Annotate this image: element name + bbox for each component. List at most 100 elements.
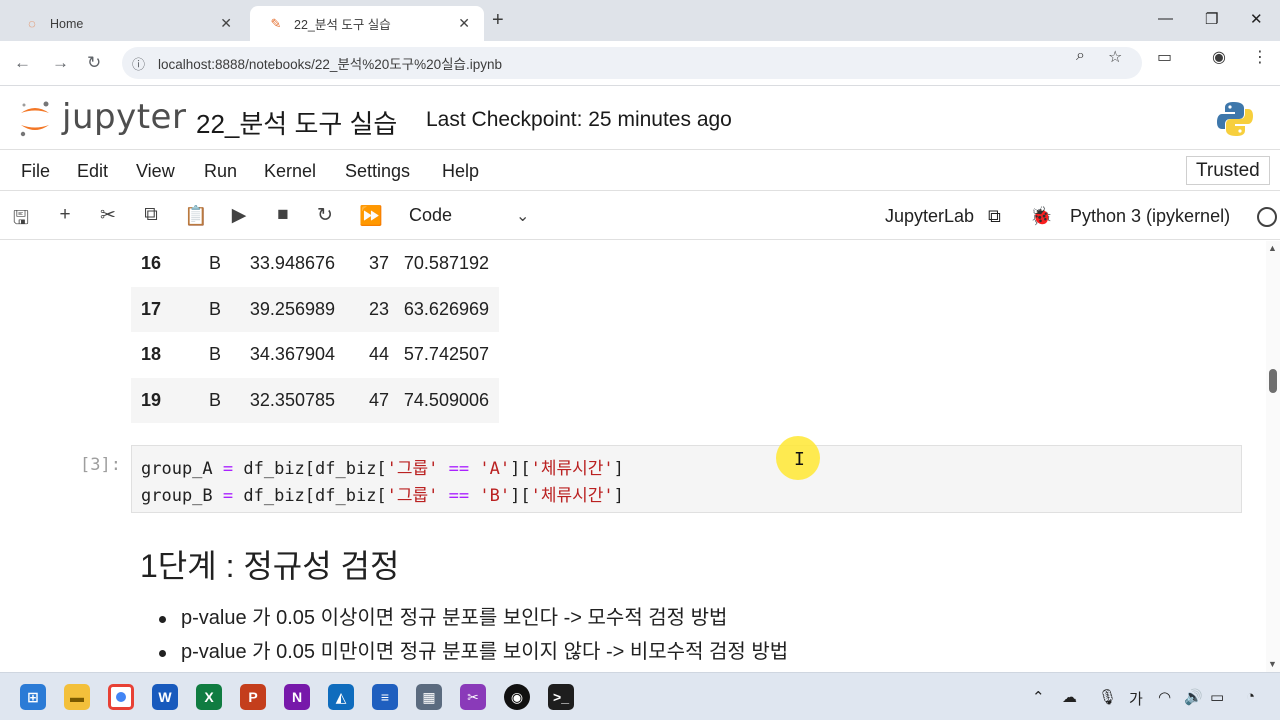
tab-home[interactable]: ◌ Home ✕ <box>6 6 246 41</box>
cell-value: 74.509006 <box>403 389 489 410</box>
menu-kernel[interactable]: Kernel <box>264 161 316 182</box>
menu-settings[interactable]: Settings <box>345 161 410 182</box>
cell-value: 47 <box>368 389 389 410</box>
browser-tab-bar: ◌ Home ✕ ✎ 22_분석 도구 실습 ✕ + — ❐ ✕ <box>0 0 1280 41</box>
markdown-bullet-list: p-value 가 0.05 이상이면 정규 분포를 보인다 -> 모수적 검정… <box>158 603 788 671</box>
checkpoint-status: Last Checkpoint: 25 minutes ago <box>426 108 732 131</box>
close-icon[interactable]: ✕ <box>458 15 470 32</box>
more-menu-icon[interactable]: ⋮ <box>1252 47 1268 67</box>
scroll-up-icon[interactable]: ▲ <box>1268 243 1277 253</box>
code-token: ][ <box>510 459 531 479</box>
code-token: == <box>438 459 480 479</box>
window-close-icon[interactable]: ✕ <box>1250 10 1263 28</box>
vertical-scrollbar[interactable]: ▲ ▼ <box>1266 241 1280 672</box>
jupyter-header: jupyter 22_분석 도구 실습 Last Checkpoint: 25 … <box>0 87 1280 150</box>
word-icon[interactable]: W <box>152 684 178 710</box>
bookmark-star-icon[interactable]: ☆ <box>1108 47 1122 67</box>
paste-icon[interactable]: 📋 <box>184 204 208 228</box>
wifi-icon[interactable]: ◠ <box>1158 688 1171 706</box>
restore-icon[interactable]: ❐ <box>1205 10 1218 28</box>
calculator-icon[interactable]: ▦ <box>416 684 442 710</box>
cast-icon[interactable]: ▭ <box>1157 47 1172 67</box>
code-cell-editor[interactable]: group_A = df_biz[df_biz['그룹' == 'A']['체류… <box>131 445 1242 513</box>
stop-icon[interactable]: ■ <box>272 204 294 226</box>
battery-icon[interactable]: ▭ <box>1210 688 1224 706</box>
menu-edit[interactable]: Edit <box>77 161 108 182</box>
forward-icon[interactable]: → <box>52 53 69 73</box>
insert-cell-icon[interactable]: + <box>54 204 76 226</box>
debugger-bug-icon[interactable]: 🐞 <box>1030 206 1052 227</box>
microphone-icon[interactable]: 🎙 <box>1098 688 1117 706</box>
table-row: 18 B 34.367904 44 57.742507 <box>131 332 499 378</box>
code-token: '그룹' <box>386 459 439 479</box>
cell-type-select[interactable]: Code <box>409 205 452 226</box>
reload-icon[interactable]: ↻ <box>87 53 101 73</box>
save-icon[interactable]: 🖫 <box>10 204 32 236</box>
fast-forward-icon[interactable]: ⏩ <box>359 204 383 228</box>
code-token: '체류시간' <box>530 459 614 479</box>
windows-start-icon[interactable]: ⊞ <box>20 684 46 710</box>
tray-overflow-icon[interactable]: ⌃ <box>1032 688 1045 706</box>
code-token: group_A <box>141 459 213 479</box>
restart-icon[interactable]: ↻ <box>314 204 336 227</box>
ime-indicator[interactable]: 가 <box>1129 688 1143 709</box>
notebook-area[interactable]: 16 B 33.948676 37 70.587192 17 B 39.2569… <box>0 241 1266 672</box>
code-token: ][ <box>510 486 531 506</box>
os-taskbar: ⊞ ▬ W X P N ◭ ≡ ▦ ✂ ◉ >_ ⌃ ☁ 🎙 가 ◠ 🔊 ▭ ◔ <box>0 672 1280 720</box>
cell-group: B <box>208 298 221 319</box>
menu-view[interactable]: View <box>136 161 175 182</box>
code-token: group_B <box>141 486 213 506</box>
powerpoint-icon[interactable]: P <box>240 684 266 710</box>
terminal-icon[interactable]: >_ <box>548 684 574 710</box>
cell-prompt: [3]: <box>80 455 121 475</box>
speaker-icon[interactable]: 🔊 <box>1184 688 1203 706</box>
code-token: df_biz[df_biz[ <box>243 486 387 506</box>
list-item: p-value 가 0.05 미만이면 정규 분포를 보이지 않다 -> 비모수… <box>158 637 788 671</box>
kernel-status-icon <box>1257 207 1277 227</box>
minimize-icon[interactable]: — <box>1158 10 1173 27</box>
cell-value: 23 <box>368 298 389 319</box>
profile-icon[interactable]: ◉ <box>1212 47 1226 67</box>
excel-icon[interactable]: X <box>196 684 222 710</box>
tab-notebook[interactable]: ✎ 22_분석 도구 실습 ✕ <box>250 6 484 41</box>
cell-value: 37 <box>368 253 389 274</box>
address-bar[interactable]: ⓘ localhost:8888/notebooks/22_분석%20도구%20… <box>122 47 1142 79</box>
text-cursor-icon: I <box>794 449 805 470</box>
cell-group: B <box>208 253 221 274</box>
onenote-icon[interactable]: N <box>284 684 310 710</box>
notification-icon[interactable]: ◔ <box>1246 688 1255 705</box>
jupyterlab-link[interactable]: JupyterLab <box>885 206 974 227</box>
zoom-icon[interactable]: ⌕ <box>1076 47 1085 65</box>
code-token: '그룹' <box>386 486 439 506</box>
close-icon[interactable]: ✕ <box>220 15 232 32</box>
new-tab-icon[interactable]: + <box>492 9 504 32</box>
code-token: == <box>438 486 480 506</box>
copy-icon[interactable]: ⧉ <box>140 204 162 226</box>
menu-help[interactable]: Help <box>442 161 479 182</box>
chevron-down-icon[interactable]: ⌄ <box>516 206 529 226</box>
run-icon[interactable]: ▶ <box>228 204 250 227</box>
site-info-icon[interactable]: ⓘ <box>132 54 145 73</box>
external-link-icon[interactable]: ⧉ <box>988 206 1001 227</box>
chrome-icon[interactable] <box>108 684 134 710</box>
code-token: 'A' <box>479 459 511 479</box>
github-icon[interactable]: ◉ <box>504 684 530 710</box>
back-icon[interactable]: ← <box>14 53 31 73</box>
jupyter-logo-icon[interactable] <box>18 99 52 139</box>
notebook-title[interactable]: 22_분석 도구 실습 <box>196 104 397 141</box>
scroll-down-icon[interactable]: ▼ <box>1268 659 1277 669</box>
menu-file[interactable]: File <box>21 161 50 182</box>
table-row: 19 B 32.350785 47 74.509006 <box>131 377 499 423</box>
menu-run[interactable]: Run <box>204 161 237 182</box>
scrollbar-thumb[interactable] <box>1269 369 1277 393</box>
cut-icon[interactable]: ✂ <box>97 204 119 227</box>
kernel-name[interactable]: Python 3 (ipykernel) <box>1070 206 1230 227</box>
file-explorer-icon[interactable]: ▬ <box>64 684 90 710</box>
notepad-icon[interactable]: ≡ <box>372 684 398 710</box>
onedrive-cloud-icon[interactable]: ☁ <box>1062 688 1077 706</box>
notebook-favicon-icon: ✎ <box>270 15 282 31</box>
row-index: 16 <box>141 253 162 274</box>
trusted-indicator[interactable]: Trusted <box>1186 156 1270 185</box>
snipping-tool-icon[interactable]: ✂ <box>460 684 486 710</box>
app-icon[interactable]: ◭ <box>328 684 354 710</box>
